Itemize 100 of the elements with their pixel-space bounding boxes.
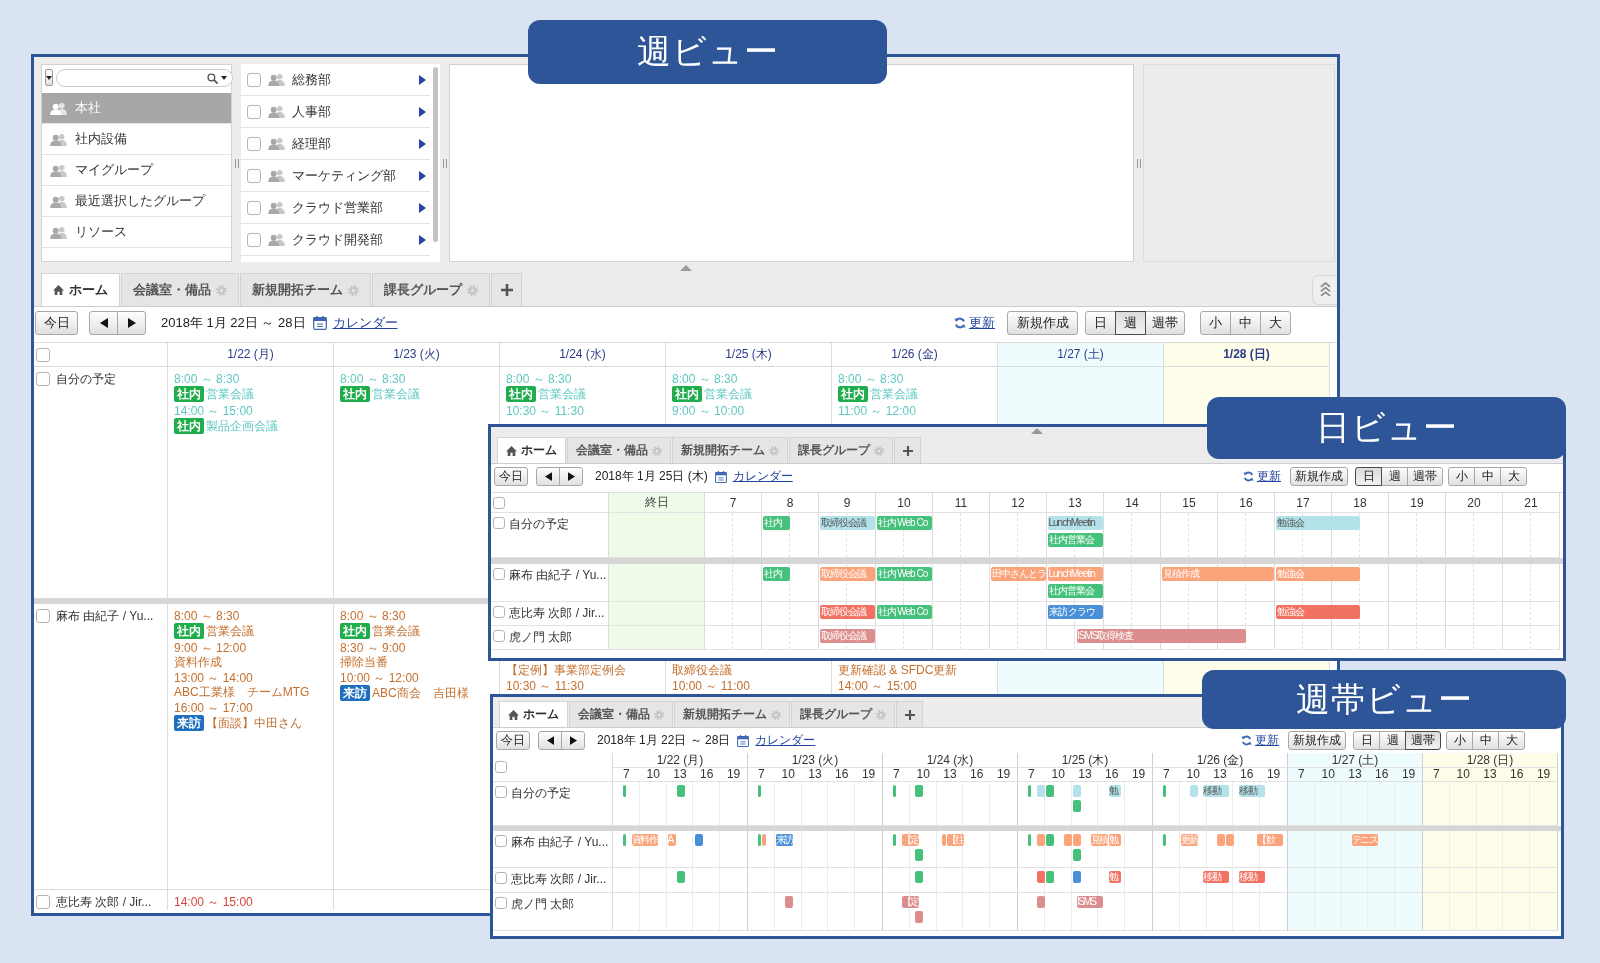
event-time[interactable]: 14:00 ～ 15:00	[174, 404, 253, 418]
new-button[interactable]: 新規作成	[1288, 731, 1346, 750]
event-bar[interactable]	[1162, 785, 1166, 797]
event-bar[interactable]	[1063, 834, 1072, 846]
department-list-item[interactable]: 総務部	[241, 64, 430, 96]
event-time[interactable]: 8:00 ～ 8:30	[340, 372, 406, 386]
event-bar[interactable]	[784, 896, 793, 908]
event-bar[interactable]	[915, 871, 923, 883]
event-title[interactable]: 営業会議	[206, 624, 254, 638]
event-bar[interactable]: LunchMeetin	[1048, 516, 1103, 530]
group-list-item[interactable]: 社内設備	[42, 124, 231, 155]
event-bar[interactable]: 見積	[1090, 834, 1108, 846]
checkbox[interactable]	[493, 568, 505, 580]
event-bar[interactable]	[915, 849, 923, 861]
event-time[interactable]: 8:00 ～ 8:30	[672, 372, 738, 386]
event-bar[interactable]: 勉	[1108, 785, 1121, 797]
event-bar[interactable]: 田中さんとラ	[991, 567, 1046, 581]
event-time[interactable]: 9:00 ～ 12:00	[174, 641, 247, 655]
event-bar[interactable]: ISMS	[1077, 896, 1103, 908]
event-bar[interactable]: 取締役会議	[820, 605, 875, 619]
caret-right-icon[interactable]	[419, 170, 426, 181]
department-list-item[interactable]: マーケティング部	[241, 160, 430, 192]
event-title[interactable]: 営業会議	[538, 387, 586, 401]
event-title[interactable]: 【定例】事業部定例会	[506, 663, 626, 677]
event-bar[interactable]: 勉	[1108, 871, 1121, 883]
event-bar[interactable]: 見積作成	[1162, 567, 1274, 581]
event-bar[interactable]: 移動	[1203, 785, 1229, 797]
event-title[interactable]: 【面談】中田さん	[206, 716, 302, 730]
event-bar[interactable]	[757, 785, 761, 797]
view-button[interactable]: 週帯	[1145, 311, 1185, 335]
event-title[interactable]: 営業会議	[206, 387, 254, 401]
checkbox[interactable]	[493, 517, 505, 529]
event-bar[interactable]	[694, 834, 703, 846]
view-button[interactable]: 日	[1353, 731, 1380, 750]
event-bar[interactable]	[1189, 785, 1198, 797]
new-button[interactable]: 新規作成	[1290, 467, 1348, 486]
event-bar[interactable]: 【歓	[1257, 834, 1283, 846]
checkbox[interactable]	[495, 761, 507, 773]
event-bar[interactable]	[1072, 800, 1081, 812]
event-bar[interactable]	[1036, 871, 1045, 883]
checkbox[interactable]	[495, 786, 507, 798]
refresh-link[interactable]: 更新	[1243, 468, 1281, 485]
today-button[interactable]: 今日	[35, 311, 78, 335]
event-bar[interactable]	[1045, 871, 1054, 883]
size-button[interactable]: 中	[1472, 731, 1499, 750]
event-bar[interactable]: テニス	[1351, 834, 1378, 846]
checkbox[interactable]	[36, 609, 50, 623]
event-bar[interactable]	[1072, 849, 1081, 861]
event-bar[interactable]: 勉強会	[1276, 516, 1360, 530]
event-bar[interactable]	[915, 785, 923, 797]
view-button[interactable]: 週帯	[1405, 731, 1441, 750]
event-bar[interactable]	[622, 785, 626, 797]
view-button[interactable]: 日	[1085, 311, 1116, 335]
caret-right-icon[interactable]	[419, 74, 426, 85]
refresh-link[interactable]: 更新	[1241, 732, 1279, 749]
event-time[interactable]: 14:00 ～ 15:00	[838, 679, 917, 693]
event-bar[interactable]: 移動	[1239, 785, 1265, 797]
event-bar[interactable]	[676, 871, 685, 883]
add-tab-button[interactable]	[491, 273, 522, 306]
event-title[interactable]: 更新確認 & SFDC更新	[838, 663, 958, 677]
event-time[interactable]: 14:00 ～ 15:00	[174, 895, 253, 909]
event-bar[interactable]	[915, 911, 923, 923]
event-bar[interactable]: 社内 Web Co	[877, 516, 932, 530]
checkbox[interactable]	[493, 606, 505, 618]
calendar-link[interactable]: カレンダー	[737, 732, 816, 749]
caret-up-icon[interactable]	[1031, 428, 1043, 434]
size-button[interactable]: 中	[1474, 467, 1501, 486]
event-time[interactable]: 13:00 ～ 14:00	[174, 671, 253, 685]
tab[interactable]: ホーム	[499, 701, 568, 727]
tab[interactable]: 課長グループ	[791, 701, 895, 727]
event-bar[interactable]	[1036, 834, 1045, 846]
event-bar[interactable]: 移動	[1239, 871, 1265, 883]
group-list-item[interactable]: マイグループ	[42, 155, 231, 186]
checkbox[interactable]	[247, 72, 261, 87]
event-bar[interactable]: 社内営業会	[1048, 584, 1103, 598]
event-bar[interactable]: 来訪	[775, 834, 793, 846]
department-list-item[interactable]: 人事部	[241, 96, 430, 128]
event-title[interactable]: 営業会議	[372, 387, 420, 401]
event-bar[interactable]	[892, 785, 896, 797]
event-title[interactable]: 営業会議	[870, 387, 918, 401]
add-tab-button[interactable]	[896, 701, 923, 727]
event-bar[interactable]	[1027, 834, 1031, 846]
event-time[interactable]: 8:00 ～ 8:30	[838, 372, 904, 386]
department-list-item[interactable]: クラウド開発部	[241, 224, 430, 256]
collapse-button[interactable]	[1312, 274, 1337, 305]
checkbox[interactable]	[247, 200, 261, 215]
event-bar[interactable]	[1072, 871, 1081, 883]
event-time[interactable]: 9:00 ～ 10:00	[672, 404, 745, 418]
group-list-item[interactable]: 本社	[42, 93, 231, 124]
event-bar[interactable]: 勉	[1108, 834, 1121, 846]
event-bar[interactable]: 【往	[946, 834, 964, 846]
caret-right-icon[interactable]	[419, 202, 426, 213]
event-time[interactable]: 8:00 ～ 8:30	[340, 609, 406, 623]
splitter-handle[interactable]	[1136, 158, 1141, 168]
checkbox[interactable]	[247, 168, 261, 183]
event-bar[interactable]: 取締役会議	[820, 567, 875, 581]
view-button[interactable]: 日	[1355, 467, 1382, 486]
event-bar[interactable]	[1072, 834, 1081, 846]
event-bar[interactable]	[1045, 834, 1054, 846]
event-title[interactable]: 営業会議	[372, 624, 420, 638]
